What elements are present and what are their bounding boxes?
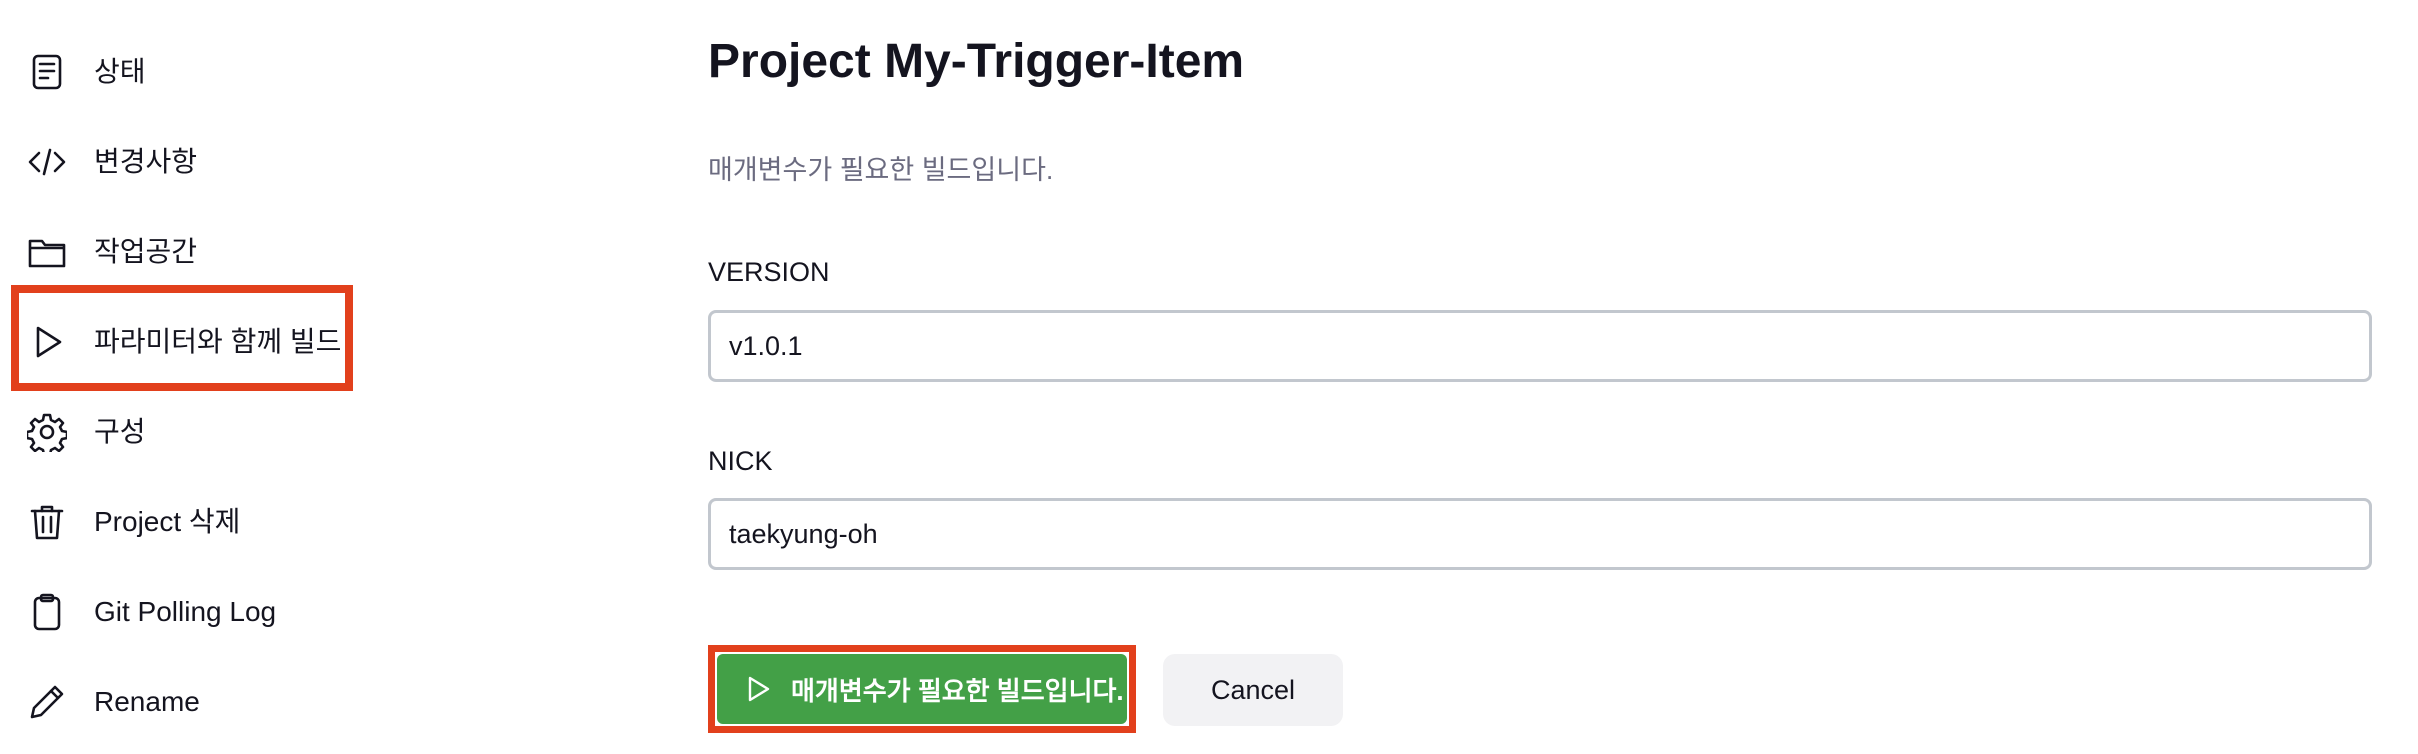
sidebar-item-build-with-parameters[interactable]: 파라미터와 함께 빌드 — [0, 298, 360, 386]
sidebar-item-delete-project[interactable]: Project 삭제 — [0, 478, 360, 566]
sidebar-item-label: 상태 — [94, 56, 146, 87]
version-input[interactable] — [708, 310, 2372, 382]
cancel-button[interactable]: Cancel — [1163, 654, 1343, 726]
sidebar-item-label: Git Polling Log — [94, 596, 277, 627]
sidebar-item-label: 파라미터와 함께 빌드 — [94, 326, 342, 357]
nick-input[interactable] — [708, 498, 2372, 570]
main-content: Project My-Trigger-Item 매개변수가 필요한 빌드입니다.… — [708, 0, 2380, 754]
sidebar-item-label: 작업공간 — [94, 236, 198, 267]
play-icon — [741, 673, 773, 705]
sidebar-item-label: Rename — [94, 686, 200, 717]
trash-icon — [27, 502, 67, 542]
sidebar-item-configure[interactable]: 구성 — [0, 388, 360, 476]
clipboard-icon — [27, 592, 67, 632]
sidebar-item-label: Project 삭제 — [94, 506, 241, 537]
play-icon — [27, 322, 67, 362]
sidebar-item-workspace[interactable]: 작업공간 — [0, 208, 360, 296]
pencil-icon — [27, 682, 67, 722]
document-icon — [27, 52, 67, 92]
code-icon — [27, 142, 67, 182]
folder-icon — [27, 232, 67, 272]
sidebar-item-changes[interactable]: 변경사항 — [0, 118, 360, 206]
version-label: VERSION — [708, 257, 830, 287]
nick-label: NICK — [708, 446, 773, 476]
build-button-label: 매개변수가 필요한 빌드입니다. — [791, 675, 1124, 706]
page-description: 매개변수가 필요한 빌드입니다. — [708, 155, 1054, 185]
sidebar-item-rename[interactable]: Rename — [0, 658, 360, 746]
sidebar: 상태 변경사항 작업공간 파라미터와 함께 빌드 구성 Project 삭제 G… — [0, 0, 420, 754]
gear-icon — [27, 412, 67, 452]
build-button[interactable]: 매개변수가 필요한 빌드입니다. — [717, 654, 1127, 724]
sidebar-item-label: 변경사항 — [94, 146, 198, 177]
sidebar-item-git-polling-log[interactable]: Git Polling Log — [0, 568, 360, 656]
page-title: Project My-Trigger-Item — [708, 35, 1245, 88]
sidebar-item-status[interactable]: 상태 — [0, 28, 360, 116]
sidebar-item-label: 구성 — [94, 416, 146, 447]
